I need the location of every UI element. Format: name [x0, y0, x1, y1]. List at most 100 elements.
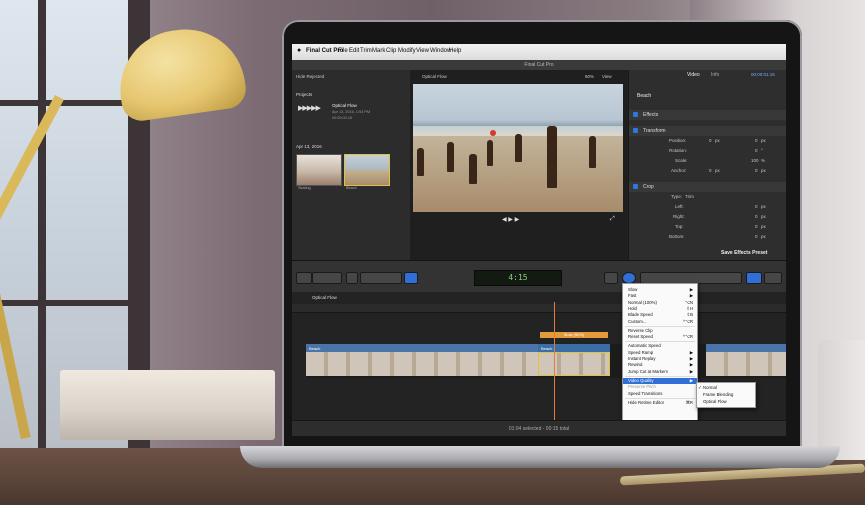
- menu-edit[interactable]: Edit: [349, 48, 359, 54]
- tab-video[interactable]: Video: [687, 72, 700, 78]
- viewer-zoom[interactable]: 60%: [585, 74, 594, 79]
- position-y[interactable]: 0: [755, 138, 758, 143]
- tool-select-button[interactable]: [346, 272, 358, 284]
- menu-item-label: Speed Transitions: [628, 390, 663, 396]
- timeline-project-name: Optical Flow: [312, 295, 337, 300]
- share-button[interactable]: [746, 272, 762, 284]
- crop-section[interactable]: Crop: [629, 182, 786, 192]
- menu-item[interactable]: Blade Speed ⇧B: [623, 312, 697, 318]
- event-header[interactable]: Apr 13, 2016: [296, 144, 322, 149]
- import-button[interactable]: [296, 272, 312, 284]
- clip-header[interactable]: Beach: [538, 344, 610, 352]
- timeline-ruler[interactable]: [292, 304, 786, 313]
- menu-mark[interactable]: Mark: [372, 48, 385, 54]
- libraries-browser: Hide Rejected Projects ▶▶▶▶▶ Optical Flo…: [292, 70, 411, 260]
- scale-value[interactable]: 100: [751, 158, 759, 163]
- menu-item[interactable]: Reset Speed ^⌥R: [623, 334, 697, 340]
- submenu-item[interactable]: Frame Blending: [697, 392, 755, 398]
- menu-item[interactable]: Automatic Speed: [623, 343, 697, 349]
- fullscreen-icon[interactable]: ⤢: [610, 216, 615, 223]
- crop-top-value[interactable]: 0: [755, 224, 758, 229]
- clip-thumbnail-label: Beach: [346, 186, 357, 190]
- person: [469, 154, 477, 184]
- clip-header[interactable]: [706, 344, 786, 352]
- unit: %: [761, 158, 766, 163]
- select-tool-button[interactable]: [404, 272, 418, 284]
- menu-item[interactable]: Preserve Pitch: [623, 384, 697, 390]
- checkbox-icon[interactable]: [633, 184, 638, 189]
- menu-item[interactable]: Jump Cut at Markers ▶: [623, 369, 697, 375]
- retime-bar[interactable]: Slow (50%): [540, 332, 608, 338]
- edit-buttons[interactable]: [312, 272, 342, 284]
- clip-thumbnail-beach[interactable]: [344, 154, 390, 186]
- effects-section[interactable]: Effects: [629, 110, 786, 120]
- clip-thumbnail-skating[interactable]: [296, 154, 342, 186]
- menu-item[interactable]: Video Quality ▶: [623, 377, 697, 384]
- playhead[interactable]: [554, 302, 555, 420]
- video-quality-submenu: ✓ Normal Frame Blending Optical Flow: [696, 382, 756, 408]
- unit: px: [761, 224, 766, 229]
- menu-item-label: Jump Cut at Markers: [628, 368, 668, 374]
- crop-type-value[interactable]: Trim: [685, 194, 694, 199]
- menu-item[interactable]: Reverse Clip: [623, 328, 697, 334]
- menu-separator: [625, 341, 695, 343]
- clip-header[interactable]: Beach: [306, 344, 538, 352]
- append-buttons[interactable]: [360, 272, 402, 284]
- menu-item[interactable]: Slow ▶: [623, 287, 697, 293]
- save-effects-preset-button[interactable]: Save Effects Preset: [721, 250, 767, 256]
- crop-bottom-value[interactable]: 0: [755, 234, 758, 239]
- menu-item[interactable]: Speed Ramp ▶: [623, 350, 697, 356]
- screen: ● Final Cut Pro File Edit Trim Mark Clip…: [292, 44, 786, 436]
- anchor-x[interactable]: 0: [709, 168, 712, 173]
- menu-item-label: Speed Ramp: [628, 349, 654, 355]
- export-button[interactable]: [764, 272, 782, 284]
- menu-item[interactable]: Fast ▶: [623, 293, 697, 299]
- menu-item[interactable]: Rewind ▶: [623, 362, 697, 368]
- projects-header[interactable]: Projects: [296, 92, 312, 97]
- menu-item[interactable]: Normal (100%) ⌥N: [623, 300, 697, 306]
- person: [417, 148, 424, 176]
- viewer-view-menu[interactable]: View: [602, 74, 612, 79]
- menu-trim[interactable]: Trim: [360, 48, 372, 54]
- menu-item[interactable]: Hide Retime Editor ⌘R: [623, 400, 697, 406]
- menu-clip[interactable]: Clip: [386, 48, 396, 54]
- shortcut: ⇧H: [686, 305, 693, 311]
- checkbox-icon[interactable]: [633, 128, 638, 133]
- menu-item[interactable]: Hold ⇧H: [623, 306, 697, 312]
- position-x[interactable]: 0: [709, 138, 712, 143]
- menu-modify[interactable]: Modify: [398, 48, 416, 54]
- project-name[interactable]: Optical Flow: [332, 103, 357, 108]
- viewer: Optical Flow 60% View ◀ ▶ ▶ ⤢: [410, 70, 628, 260]
- hide-rejected-filter[interactable]: Hide Rejected: [296, 74, 324, 79]
- submenu-item[interactable]: ✓ Normal: [697, 385, 755, 391]
- rotation-value[interactable]: 0: [755, 148, 758, 153]
- menu-view[interactable]: View: [416, 48, 429, 54]
- anchor-y[interactable]: 0: [755, 168, 758, 173]
- menu-item[interactable]: Speed Transitions: [623, 391, 697, 397]
- menu-item[interactable]: Instant Replay ▶: [623, 356, 697, 362]
- transform-section[interactable]: Transform: [629, 126, 786, 136]
- clip-filmstrip[interactable]: [306, 352, 538, 376]
- mug: [818, 340, 865, 460]
- menu-file[interactable]: File: [338, 48, 348, 54]
- window-title: Final Cut Pro: [292, 60, 786, 70]
- tab-info[interactable]: Info: [711, 72, 719, 78]
- timecode-display[interactable]: 4:15: [474, 270, 562, 286]
- submenu-item[interactable]: Optical Flow: [697, 399, 755, 405]
- unit: px: [761, 234, 766, 239]
- menu-item[interactable]: Custom... ^⌥R: [623, 319, 697, 325]
- apple-icon[interactable]: ●: [297, 47, 301, 54]
- retime-button[interactable]: [604, 272, 618, 284]
- menu-help[interactable]: Help: [449, 48, 461, 54]
- clip-filmstrip-selected[interactable]: [538, 352, 610, 376]
- viewer-title: Optical Flow: [422, 74, 447, 79]
- clip-filmstrip[interactable]: [706, 352, 786, 376]
- checkbox-icon[interactable]: [633, 112, 638, 117]
- play-controls-icon[interactable]: ◀ ▶ ▶: [502, 216, 519, 223]
- crop-bottom-row: Bottom: 0 px: [629, 232, 786, 242]
- timeline-toolbar: 4:15: [292, 260, 786, 294]
- crop-right-value[interactable]: 0: [755, 214, 758, 219]
- crop-right-label: Right:: [673, 214, 685, 219]
- crop-left-value[interactable]: 0: [755, 204, 758, 209]
- submenu-arrow-icon: ▶: [689, 293, 693, 299]
